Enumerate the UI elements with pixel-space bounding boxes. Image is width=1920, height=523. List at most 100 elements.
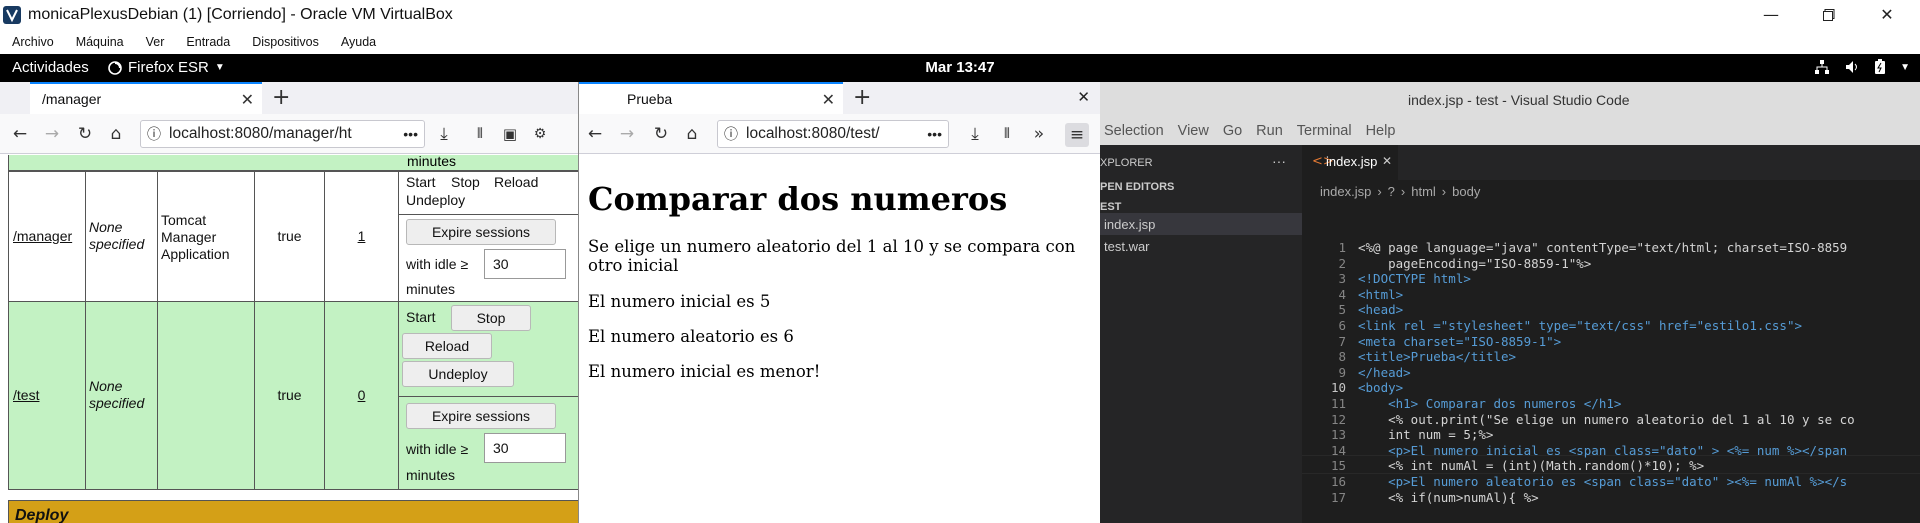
- idle-input[interactable]: 30: [484, 249, 566, 279]
- more-actions-icon[interactable]: ···: [1272, 153, 1286, 169]
- start-label: Start: [406, 309, 436, 325]
- close-tab-icon[interactable]: ✕: [241, 90, 254, 110]
- tab-prueba[interactable]: Prueba ✕: [579, 82, 843, 114]
- library-icon[interactable]: ⫴: [470, 124, 490, 144]
- line-number: 15: [1330, 458, 1346, 474]
- new-tab-button[interactable]: +: [853, 85, 871, 110]
- back-button[interactable]: ←: [10, 124, 30, 144]
- explorer-sidebar: XPLORER ··· PEN EDITORS EST index.jsp te…: [1100, 145, 1302, 523]
- overflow-chevron-icon[interactable]: »: [1029, 124, 1049, 144]
- sessions-link[interactable]: 1: [325, 228, 398, 244]
- code-line: <title>Prueba</title>: [1358, 349, 1517, 365]
- open-editors-header[interactable]: PEN EDITORS: [1100, 181, 1174, 193]
- battery-icon: [1875, 59, 1886, 74]
- app-link-manager[interactable]: /manager: [13, 228, 72, 244]
- home-icon[interactable]: ⌂: [682, 124, 702, 144]
- reload-icon[interactable]: ↻: [651, 124, 671, 144]
- vscode-title-bar: index.jsp - test - Visual Studio Code: [1100, 82, 1920, 117]
- url-bar[interactable]: ⓘ localhost:8080/manager/ht •••: [140, 120, 425, 148]
- clock[interactable]: Mar 13:47: [0, 59, 1920, 76]
- idle-input[interactable]: 30: [484, 433, 566, 463]
- stop-link[interactable]: Stop: [451, 174, 480, 190]
- file-item-war[interactable]: test.war: [1104, 239, 1150, 254]
- menu-dispositivos[interactable]: Dispositivos: [252, 35, 319, 49]
- table-row: /manager: [8, 171, 86, 302]
- download-icon[interactable]: ⤓: [434, 124, 454, 144]
- virtualbox-title-bar: monicaPlexusDebian (1) [Corriendo] - Ora…: [0, 0, 1920, 29]
- more-icon[interactable]: •••: [927, 126, 942, 142]
- hamburger-menu-icon[interactable]: ≡: [1065, 123, 1089, 147]
- url-bar[interactable]: ⓘ localhost:8080/test/ •••: [717, 120, 949, 148]
- code-line: pageEncoding="ISO-8859-1"%>: [1358, 255, 1592, 271]
- display-name-cell: Tomcat Manager Application: [157, 171, 255, 302]
- reload-button[interactable]: Reload: [402, 333, 492, 359]
- vscode-window: index.jsp - test - Visual Studio Code Se…: [1100, 82, 1920, 523]
- line-number: 17: [1330, 489, 1346, 505]
- close-window-icon[interactable]: ✕: [1077, 88, 1090, 106]
- close-tab-icon[interactable]: ✕: [822, 90, 835, 110]
- line-number: 2: [1338, 255, 1346, 271]
- app-link-test[interactable]: /test: [13, 387, 39, 403]
- running-text: true: [277, 228, 302, 244]
- new-tab-button[interactable]: +: [272, 85, 290, 110]
- reload-icon[interactable]: ↻: [75, 124, 95, 144]
- undeploy-button[interactable]: Undeploy: [402, 361, 514, 387]
- table-row-partial: minutes: [8, 155, 580, 171]
- restore-button[interactable]: [1800, 0, 1858, 29]
- close-tab-icon[interactable]: ✕: [1382, 154, 1392, 168]
- tab-manager[interactable]: /manager ✕: [30, 82, 262, 114]
- expire-cell: Expire sessions with idle ≥ 30 minutes: [398, 214, 580, 302]
- breadcrumb-file[interactable]: index.jsp: [1320, 184, 1371, 199]
- menu-ayuda[interactable]: Ayuda: [341, 35, 376, 49]
- expire-sessions-button[interactable]: Expire sessions: [406, 403, 556, 429]
- editor-tab-index[interactable]: <> index.jsp ✕: [1302, 145, 1398, 180]
- explorer-title: XPLORER: [1100, 157, 1153, 169]
- system-tray[interactable]: ▼: [1814, 59, 1910, 75]
- url-text: localhost:8080/manager/ht: [169, 125, 352, 142]
- running-cell: true: [254, 171, 325, 302]
- sessions-link[interactable]: 0: [325, 387, 398, 403]
- more-icon[interactable]: •••: [403, 126, 418, 142]
- expire-sessions-button[interactable]: Expire sessions: [406, 219, 556, 245]
- reload-link[interactable]: Reload: [494, 174, 538, 190]
- url-text: localhost:8080/test/: [746, 125, 880, 142]
- undeploy-link[interactable]: Undeploy: [406, 192, 465, 208]
- forward-button[interactable]: →: [617, 124, 637, 144]
- breadcrumb-unknown[interactable]: ?: [1388, 184, 1395, 199]
- breadcrumb-html[interactable]: html: [1411, 184, 1436, 199]
- folder-header[interactable]: EST: [1100, 201, 1121, 213]
- sidebar-icon[interactable]: ▣: [500, 124, 520, 144]
- firefox-window-manager: /manager ✕ + ← → ↻ ⌂ ⓘ localhost:8080/ma…: [0, 82, 580, 523]
- library-icon[interactable]: ⫴: [997, 124, 1017, 144]
- vscode-menubar: Selection View Go Run Terminal Help: [1100, 117, 1920, 145]
- stop-button[interactable]: Stop: [451, 305, 531, 331]
- menu-help[interactable]: Help: [1366, 123, 1396, 139]
- back-button[interactable]: ←: [585, 124, 605, 144]
- firefox-window-prueba: Prueba ✕ + ✕ ← → ↻ ⌂ ⓘ localhost:8080/te…: [578, 82, 1101, 523]
- virtualbox-menubar: Archivo Máquina Ver Entrada Dispositivos…: [0, 29, 1920, 54]
- menu-terminal[interactable]: Terminal: [1297, 123, 1352, 139]
- home-icon[interactable]: ⌂: [106, 124, 126, 144]
- minimize-button[interactable]: —: [1742, 0, 1800, 29]
- vscode-title: index.jsp - test - Visual Studio Code: [1408, 92, 1630, 108]
- version-cell: None specified: [85, 171, 158, 302]
- chevron-down-icon: ▼: [1900, 61, 1910, 73]
- menu-selection[interactable]: Selection: [1104, 123, 1164, 139]
- code-line: int num = 5;%>: [1358, 427, 1494, 443]
- menu-view[interactable]: View: [1178, 123, 1209, 139]
- menu-maquina[interactable]: Máquina: [76, 35, 124, 49]
- extension-icon[interactable]: ⚙: [530, 124, 550, 144]
- download-icon[interactable]: ⤓: [965, 124, 985, 144]
- breadcrumb-body[interactable]: body: [1452, 184, 1480, 199]
- menu-ver[interactable]: Ver: [146, 35, 165, 49]
- window-title: monicaPlexusDebian (1) [Corriendo] - Ora…: [28, 5, 453, 23]
- file-item-selected[interactable]: index.jsp: [1100, 213, 1302, 235]
- menu-run[interactable]: Run: [1256, 123, 1283, 139]
- close-window-button[interactable]: ✕: [1858, 0, 1916, 29]
- menu-go[interactable]: Go: [1223, 123, 1242, 139]
- forward-button[interactable]: →: [42, 124, 62, 144]
- start-link[interactable]: Start: [406, 174, 436, 190]
- menu-entrada[interactable]: Entrada: [186, 35, 230, 49]
- menu-archivo[interactable]: Archivo: [12, 35, 54, 49]
- deploy-section-header: Deploy: [8, 500, 580, 523]
